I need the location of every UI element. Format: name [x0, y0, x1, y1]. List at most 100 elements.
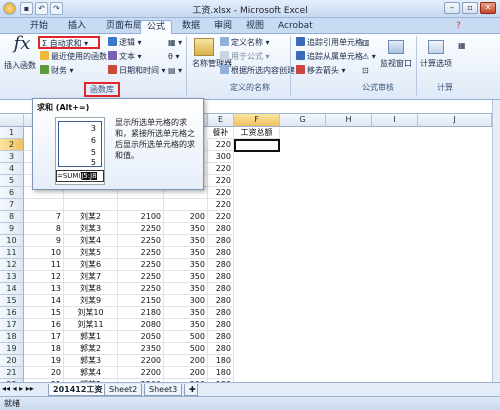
cell-e[interactable]: 220	[208, 175, 234, 187]
row-header[interactable]: 5	[0, 175, 24, 187]
insert-function-button[interactable]: 插入函数	[4, 60, 36, 71]
cell-b[interactable]: 刘某8	[64, 283, 118, 295]
lookup-icon[interactable]: ▦ ▾	[168, 37, 182, 48]
help-icon[interactable]: ?	[450, 20, 467, 34]
cell-e[interactable]: 280	[208, 247, 234, 259]
cell-e[interactable]: 280	[208, 223, 234, 235]
column-header[interactable]: J	[418, 114, 492, 127]
cell-c[interactable]: 2080	[118, 319, 164, 331]
cell-c[interactable]: 2200	[118, 355, 164, 367]
row-header[interactable]: 11	[0, 247, 24, 259]
tab-home[interactable]: 开始	[24, 20, 54, 34]
define-name-button[interactable]: 定义名称 ▾	[220, 37, 270, 48]
cell-c[interactable]: 2050	[118, 331, 164, 343]
cell-f1[interactable]: 工资总额	[234, 127, 280, 139]
calc-now-icon[interactable]: ▦	[458, 40, 466, 51]
cell-e[interactable]: 220	[208, 187, 234, 199]
error-check-icon[interactable]: ⚠ ▾	[362, 51, 376, 62]
cell-b[interactable]: 刘某2	[64, 211, 118, 223]
calc-options-button[interactable]: 计算选项	[420, 58, 452, 69]
cell-b[interactable]: 刘某5	[64, 247, 118, 259]
cell-c[interactable]: 2250	[118, 223, 164, 235]
cell-e[interactable]: 280	[208, 307, 234, 319]
row-header[interactable]: 1	[0, 127, 24, 139]
cell-e[interactable]: 280	[208, 259, 234, 271]
cell-b[interactable]: 刘某10	[64, 307, 118, 319]
cell-a[interactable]: 19	[24, 355, 64, 367]
tab-acrobat[interactable]: Acrobat	[272, 20, 319, 34]
cell-b[interactable]: 刘某11	[64, 319, 118, 331]
cell-d[interactable]: 350	[164, 223, 208, 235]
cell-e[interactable]: 280	[208, 235, 234, 247]
cell-c[interactable]: 2250	[118, 259, 164, 271]
row-header[interactable]: 8	[0, 211, 24, 223]
column-header-selected[interactable]: F	[234, 114, 280, 127]
column-header[interactable]: E	[208, 114, 234, 127]
cell-a[interactable]: 16	[24, 319, 64, 331]
row-header[interactable]: 7	[0, 199, 24, 211]
sheet-tab-2[interactable]: Sheet2	[104, 384, 143, 396]
cell-a[interactable]: 9	[24, 235, 64, 247]
cell-e[interactable]: 280	[208, 271, 234, 283]
row-header[interactable]: 9	[0, 223, 24, 235]
select-all-corner[interactable]	[0, 114, 24, 127]
cell-d[interactable]: 200	[164, 355, 208, 367]
row-header[interactable]: 19	[0, 343, 24, 355]
column-header[interactable]: I	[372, 114, 418, 127]
cell-c[interactable]: 2250	[118, 235, 164, 247]
cell-e1[interactable]: 餐补	[208, 127, 234, 139]
cell-b[interactable]: 刘某3	[64, 223, 118, 235]
math-icon[interactable]: θ ▾	[168, 51, 179, 62]
active-cell-f2[interactable]	[234, 139, 280, 152]
cell-e[interactable]: 280	[208, 331, 234, 343]
row-header[interactable]: 6	[0, 187, 24, 199]
cell-a[interactable]: 8	[24, 223, 64, 235]
cell-c[interactable]: 2200	[118, 367, 164, 379]
cell-d[interactable]: 500	[164, 343, 208, 355]
cell-b[interactable]: 郭某1	[64, 331, 118, 343]
cell-a[interactable]: 12	[24, 271, 64, 283]
cell-c[interactable]: 2250	[118, 271, 164, 283]
cell-b[interactable]: 刘某4	[64, 235, 118, 247]
tab-formulas[interactable]: 公式	[140, 20, 173, 34]
row-header[interactable]: 16	[0, 307, 24, 319]
cell-a[interactable]: 7	[24, 211, 64, 223]
cell-a[interactable]	[24, 199, 64, 211]
watch-window-button[interactable]: 监视窗口	[380, 58, 412, 69]
cell-c[interactable]: 2100	[118, 211, 164, 223]
sheet-tab-3[interactable]: Sheet3	[144, 384, 183, 396]
cell-c[interactable]: 2180	[118, 307, 164, 319]
cell-e[interactable]: 220	[208, 211, 234, 223]
cell-d[interactable]: 200	[164, 211, 208, 223]
finance-button[interactable]: 财务 ▾	[40, 65, 74, 76]
text-button[interactable]: 文本 ▾	[108, 51, 142, 62]
cell-e[interactable]: 180	[208, 355, 234, 367]
cell-c[interactable]: 2350	[118, 343, 164, 355]
trace-dependents-button[interactable]: 追踪从属单元格	[296, 51, 363, 62]
cell-e[interactable]: 280	[208, 283, 234, 295]
row-header[interactable]: 18	[0, 331, 24, 343]
more-functions-icon[interactable]: ▤ ▾	[168, 65, 182, 76]
row-header[interactable]: 17	[0, 319, 24, 331]
maximize-button[interactable]: ▫	[462, 2, 478, 14]
cell-a[interactable]: 17	[24, 331, 64, 343]
row-header[interactable]: 12	[0, 259, 24, 271]
cell-a[interactable]: 14	[24, 295, 64, 307]
cell-a[interactable]: 20	[24, 367, 64, 379]
cell-c[interactable]: 2150	[118, 295, 164, 307]
cell-c[interactable]	[118, 199, 164, 211]
cell-d[interactable]: 350	[164, 235, 208, 247]
row-header[interactable]: 2	[0, 139, 24, 151]
row-header[interactable]: 20	[0, 355, 24, 367]
row-header[interactable]: 15	[0, 295, 24, 307]
tab-insert[interactable]: 插入	[62, 20, 92, 34]
cell-d[interactable]	[164, 199, 208, 211]
fx-icon[interactable]: fx	[8, 35, 36, 53]
cell-e[interactable]: 220	[208, 199, 234, 211]
row-header[interactable]: 3	[0, 151, 24, 163]
column-header[interactable]: G	[280, 114, 326, 127]
cell-e[interactable]: 280	[208, 319, 234, 331]
show-formulas-icon[interactable]: ▥	[362, 37, 370, 48]
cell-d[interactable]: 350	[164, 319, 208, 331]
datetime-button[interactable]: 日期和时间 ▾	[108, 65, 166, 76]
